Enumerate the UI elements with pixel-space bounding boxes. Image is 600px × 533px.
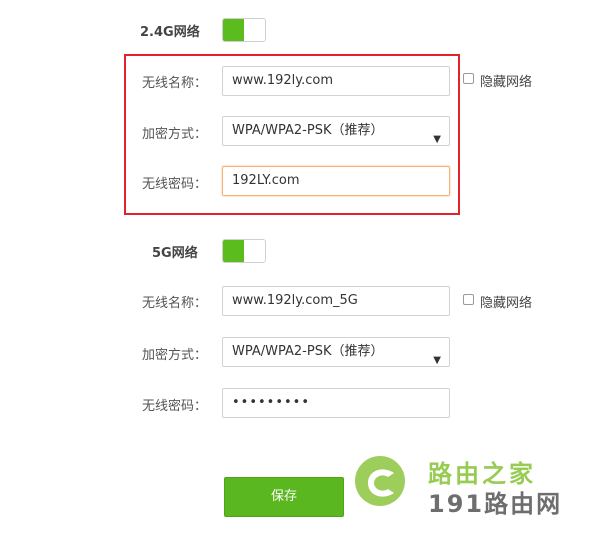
band-5-hide-checkbox[interactable] bbox=[463, 294, 474, 305]
toggle-knob bbox=[244, 240, 265, 262]
toggle-knob bbox=[244, 19, 265, 41]
watermark-line2: 191路由网 bbox=[428, 490, 563, 518]
chevron-down-icon: ▼ bbox=[433, 355, 441, 366]
band-24-pwd-input[interactable]: 192LY.com bbox=[222, 166, 450, 196]
band-5-ssid-input[interactable]: www.192ly.com_5G bbox=[222, 286, 450, 316]
band-5-enc-value: WPA/WPA2-PSK（推荐） bbox=[232, 344, 384, 359]
band-5-pwd-label: 无线密码： bbox=[142, 399, 208, 414]
band-24-enc-select[interactable]: WPA/WPA2-PSK（推荐） ▼ bbox=[222, 116, 450, 146]
band-5-title: 5G网络 bbox=[152, 246, 198, 261]
band-24-enc-value: WPA/WPA2-PSK（推荐） bbox=[232, 123, 384, 138]
toggle-on-fill bbox=[223, 19, 244, 41]
save-button[interactable]: 保存 bbox=[224, 477, 344, 517]
band-5-enc-label: 加密方式： bbox=[142, 348, 208, 363]
band-24-hide-label: 隐藏网络 bbox=[480, 75, 533, 90]
band-5-toggle[interactable] bbox=[222, 239, 266, 263]
band-5-pwd-input[interactable]: ••••••••• bbox=[222, 388, 450, 418]
band-24-pwd-label: 无线密码： bbox=[142, 177, 208, 192]
watermark-logo-icon bbox=[355, 456, 405, 506]
chevron-down-icon: ▼ bbox=[433, 134, 441, 145]
band-24-hide-checkbox[interactable] bbox=[463, 73, 474, 84]
band-24-ssid-label: 无线名称： bbox=[142, 76, 208, 91]
band-24-enc-label: 加密方式： bbox=[142, 127, 208, 142]
band-24-title: 2.4G网络 bbox=[140, 25, 200, 40]
band-24-toggle[interactable] bbox=[222, 18, 266, 42]
band-5-enc-select[interactable]: WPA/WPA2-PSK（推荐） ▼ bbox=[222, 337, 450, 367]
toggle-on-fill bbox=[223, 240, 244, 262]
band-5-ssid-label: 无线名称： bbox=[142, 296, 208, 311]
band-24-ssid-input[interactable]: www.192ly.com bbox=[222, 66, 450, 96]
band-5-hide-label: 隐藏网络 bbox=[480, 296, 533, 311]
